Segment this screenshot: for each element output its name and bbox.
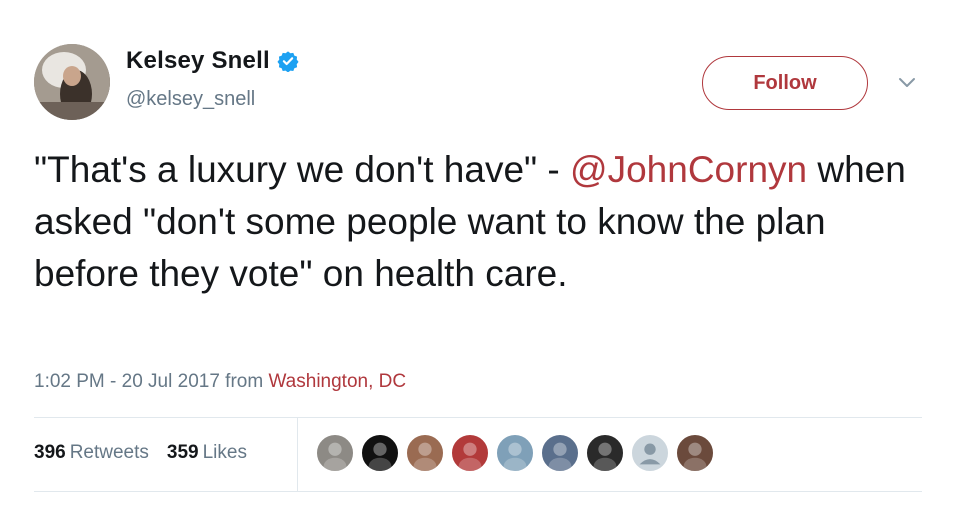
mention-link[interactable]: @JohnCornyn xyxy=(570,149,807,190)
divider xyxy=(34,417,922,418)
default-profile-icon[interactable] xyxy=(631,434,669,472)
follow-button[interactable]: Follow xyxy=(702,56,868,110)
liker-avatar-4[interactable] xyxy=(451,434,489,472)
likes-stat[interactable]: 359 Likes xyxy=(167,442,247,464)
liker-avatar-7[interactable] xyxy=(586,434,624,472)
retweets-stat[interactable]: 396 Retweets xyxy=(34,442,149,464)
retweets-label: Retweets xyxy=(69,442,149,463)
likes-count: 359 xyxy=(166,442,199,463)
profile-avatar[interactable] xyxy=(34,44,110,120)
liker-avatar-1[interactable] xyxy=(316,434,354,472)
tweet-metadata: 1:02 PM - 20 Jul 2017 from Washington, D… xyxy=(34,371,406,393)
tweet-text-part1: "That's a luxury we don't have" - xyxy=(34,149,571,190)
liker-avatar-3[interactable] xyxy=(406,434,444,472)
likes-label: Likes xyxy=(202,442,247,463)
liker-avatar-2[interactable] xyxy=(361,434,399,472)
chevron-down-icon[interactable] xyxy=(896,74,918,92)
engagement-stats: 396 Retweets 359 Likes xyxy=(34,442,265,464)
tweet-card: Kelsey Snell @kelsey_snell Follow "That'… xyxy=(0,0,980,506)
liker-avatar-5[interactable] xyxy=(496,434,534,472)
divider xyxy=(34,491,922,492)
user-handle[interactable]: @kelsey_snell xyxy=(126,88,255,111)
location-link[interactable]: Washington, DC xyxy=(268,371,406,392)
stats-divider xyxy=(297,418,298,491)
retweets-count: 396 xyxy=(34,442,66,463)
name-row: Kelsey Snell xyxy=(126,47,299,75)
display-name[interactable]: Kelsey Snell xyxy=(126,47,270,75)
tweet-text: "That's a luxury we don't have" - @JohnC… xyxy=(34,144,914,300)
verified-badge-icon xyxy=(277,51,299,72)
liker-avatars xyxy=(316,434,721,472)
timestamp[interactable]: 1:02 PM - 20 Jul 2017 from xyxy=(34,371,268,392)
liker-avatar-9[interactable] xyxy=(676,434,714,472)
liker-avatar-6[interactable] xyxy=(541,434,579,472)
